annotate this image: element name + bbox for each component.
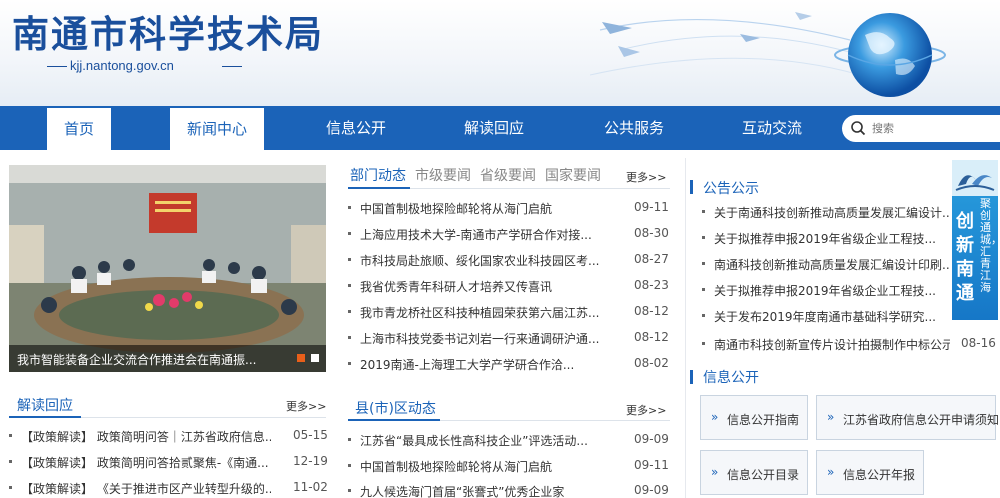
tab-city-news[interactable]: 市级要闻 — [415, 165, 471, 185]
list-item[interactable]: 上海市科技党委书记刘岩一行来通调研沪通... 08-12 — [348, 328, 670, 348]
double-chevron-right-icon: » — [711, 465, 719, 479]
list-bullet — [702, 236, 705, 239]
list-item[interactable]: 江苏省“最具成长性高科技企业”评选活动... 09-09 — [348, 430, 670, 450]
tab-national-news[interactable]: 国家要闻 — [545, 165, 601, 185]
meeting-photo — [9, 165, 326, 372]
nav-home[interactable]: 首页 — [47, 108, 111, 150]
list-bullet — [348, 362, 351, 365]
interpret-more-link[interactable]: 更多>> — [286, 398, 326, 414]
list-bullet — [348, 464, 351, 467]
url-divider-left — [47, 66, 67, 67]
county-news-title[interactable]: 县(市)区动态 — [355, 398, 436, 418]
list-item[interactable]: 2019南通-上海理工大学产学研合作洽... 08-02 — [348, 354, 670, 374]
list-item[interactable]: 上海应用技术大学-南通市产学研合作对接... 08-30 — [348, 224, 670, 244]
tab-province-news[interactable]: 省级要闻 — [480, 165, 536, 185]
nav-public-service[interactable]: 公共服务 — [588, 106, 680, 150]
slider-dot-active[interactable] — [297, 354, 305, 362]
list-item[interactable]: 中国首制极地探险邮轮将从海门启航 09-11 — [348, 456, 670, 476]
list-item[interactable]: 【政策解读】 政策简明问答拾贰聚焦-《南通... 12-19 — [9, 452, 328, 472]
interpret-title[interactable]: 解读回应 — [17, 395, 73, 415]
notice-title[interactable]: 公告公示 — [703, 178, 759, 198]
news-tab-accent — [348, 187, 410, 189]
info-catalog-button[interactable]: » 信息公开目录 — [700, 450, 808, 495]
list-bullet — [702, 210, 705, 213]
search-box — [842, 115, 1000, 142]
list-bullet — [9, 434, 12, 437]
list-item[interactable]: 南通市科技创新宣传片设计拍摄制作中标公示 08-16 — [702, 334, 996, 354]
news-more-link[interactable]: 更多>> — [626, 169, 666, 185]
site-title[interactable]: 南通市科学技术局 — [12, 12, 324, 58]
list-bullet — [348, 310, 351, 313]
list-item[interactable]: 关于拟推荐申报2019年省级企业工程技... — [702, 280, 950, 300]
nav-news-center[interactable]: 新闻中心 — [170, 108, 264, 150]
banner-slogan: 聚创通城，汇青江海 — [980, 197, 1000, 294]
info-guide-button[interactable]: » 信息公开指南 — [700, 395, 808, 440]
search-input[interactable] — [872, 119, 992, 138]
nav-interpret[interactable]: 解读回应 — [448, 106, 540, 150]
list-item[interactable]: 关于南通科技创新推动高质量发展汇编设计... — [702, 202, 950, 222]
globe-decoration-icon — [590, 12, 946, 97]
list-bullet — [348, 284, 351, 287]
list-bullet — [702, 314, 705, 317]
info-public-title-bar — [690, 370, 693, 384]
news-photo-slider[interactable]: 我市智能装备企业交流合作推进会在南通振... — [9, 165, 326, 372]
list-bullet — [348, 258, 351, 261]
notice-title-bar — [690, 180, 693, 194]
double-chevron-right-icon: » — [711, 410, 719, 424]
county-rule-accent — [348, 419, 440, 421]
nav-info-public[interactable]: 信息公开 — [310, 106, 402, 150]
double-chevron-right-icon: » — [827, 465, 835, 479]
list-bullet — [9, 486, 12, 489]
info-annual-report-button[interactable]: » 信息公开年报 — [816, 450, 924, 495]
double-chevron-right-icon: » — [827, 410, 835, 424]
list-bullet — [348, 489, 351, 492]
list-item[interactable]: 我省优秀青年科研人才培养又传喜讯 08-23 — [348, 276, 670, 296]
list-item[interactable]: 【政策解读】 政策简明问答｜江苏省政府信息... 05-15 — [9, 426, 328, 446]
info-public-title[interactable]: 信息公开 — [703, 367, 759, 387]
list-bullet — [9, 460, 12, 463]
list-bullet — [702, 262, 705, 265]
list-bullet — [702, 342, 705, 345]
info-apply-notice-button[interactable]: » 江苏省政府信息公开申请须知 — [816, 395, 999, 440]
list-bullet — [348, 336, 351, 339]
innovation-nantong-banner[interactable]: 聚创通城，汇青江海 创新南通 — [952, 160, 1000, 320]
list-item[interactable]: 市科技局赴旅顺、绥化国家农业科技园区考... 08-27 — [348, 250, 670, 270]
slider-caption-text[interactable]: 我市智能装备企业交流合作推进会在南通振... — [17, 351, 277, 368]
list-item[interactable]: 我市青龙桥社区科技种植园荣获第六届江苏... 08-12 — [348, 302, 670, 322]
list-bullet — [702, 288, 705, 291]
url-divider-right — [222, 66, 242, 67]
site-header: 南通市科学技术局 kjj.nantong.gov.cn — [0, 0, 1000, 106]
list-item[interactable]: 中国首制极地探险邮轮将从海门启航 09-11 — [348, 198, 670, 218]
list-item[interactable]: 【政策解读】 《关于推进市区产业转型升级的... 11-02 — [9, 478, 328, 498]
slider-dot[interactable] — [311, 354, 319, 362]
list-item[interactable]: 九人候选海门首届“张謇式”优秀企业家 09-09 — [348, 481, 670, 498]
search-icon[interactable] — [850, 120, 866, 136]
nav-interaction[interactable]: 互动交流 — [726, 106, 818, 150]
list-item[interactable]: 南通科技创新推动高质量发展汇编设计印刷... — [702, 254, 950, 274]
list-item[interactable]: 关于拟推荐申报2019年省级企业工程技... — [702, 228, 950, 248]
banner-main-text: 创新南通 — [956, 211, 974, 304]
list-bullet — [348, 206, 351, 209]
interpret-rule-accent — [9, 416, 81, 418]
county-more-link[interactable]: 更多>> — [626, 402, 666, 418]
list-bullet — [348, 232, 351, 235]
tab-dept-news[interactable]: 部门动态 — [350, 165, 406, 185]
list-bullet — [348, 438, 351, 441]
slider-caption: 我市智能装备企业交流合作推进会在南通振... — [9, 345, 326, 372]
main-nav: 首页 新闻中心 信息公开 解读回应 公共服务 互动交流 — [0, 106, 1000, 150]
site-url: kjj.nantong.gov.cn — [70, 58, 174, 73]
list-item[interactable]: 关于发布2019年度南通市基础科学研究... — [702, 306, 950, 326]
